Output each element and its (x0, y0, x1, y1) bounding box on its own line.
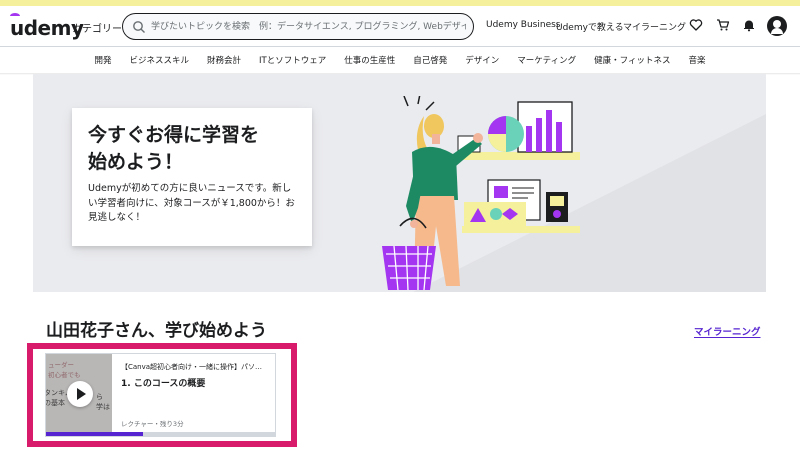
hero-description: Udemyが初めての方に良いニュースです。新しい学習者向けに、対象コースが￥1,… (88, 183, 295, 223)
udemy-business-link[interactable]: Udemy Business (486, 20, 560, 30)
play-button[interactable] (67, 381, 93, 407)
thumb-caption-line: ら (96, 393, 103, 401)
categories-menu[interactable]: カテゴリー (72, 20, 122, 35)
category-dev[interactable]: 開発 (95, 54, 112, 66)
cart-icon[interactable] (716, 18, 730, 32)
category-design[interactable]: デザイン (465, 54, 499, 66)
hero-promo-card: 今すぐお得に学習を 始めよう！ Udemyが初めての方に良いニュースです。新しい… (72, 108, 312, 246)
thumb-caption-line: 学は (96, 403, 110, 411)
course-thumbnail[interactable]: ューダー 初心者でも タンキム の基本 ら 学は (46, 354, 112, 432)
my-learning-section-link[interactable]: マイラーニング (694, 324, 761, 338)
user-avatar-icon[interactable] (767, 16, 787, 36)
course-title: 【Canva超初心者向け・一緒に操作】パソ… (121, 363, 263, 371)
category-health[interactable]: 健康・フィットネス (594, 54, 670, 66)
category-productivity[interactable]: 仕事の生産性 (344, 54, 395, 66)
category-business[interactable]: ビジネススキル (130, 54, 190, 66)
teach-on-udemy-link[interactable]: Udemyで教える (556, 20, 624, 33)
category-music[interactable]: 音楽 (688, 54, 705, 66)
hero-title-line1: 今すぐお得に学習を (88, 124, 260, 146)
header: udemy カテゴリー Udemy Business Udemyで教える マイラ… (0, 6, 800, 46)
thumb-caption-line: ューダー (48, 361, 74, 369)
logo-hat-icon (10, 13, 20, 19)
category-finance[interactable]: 財務会計 (207, 54, 241, 66)
category-it-software[interactable]: ITとソフトウェア (259, 54, 326, 66)
lesson-meta: レクチャー・残り3分 (121, 420, 184, 428)
progress-fill (46, 432, 144, 436)
bell-icon[interactable] (742, 18, 756, 32)
category-nav: 開発 ビジネススキル 財務会計 ITとソフトウェア 仕事の生産性 自己啓発 デザ… (0, 47, 800, 73)
lesson-title[interactable]: 1. このコースの概要 (121, 376, 205, 389)
heart-icon[interactable] (689, 18, 703, 32)
thumb-caption-line: 初心者でも (48, 371, 81, 379)
my-learning-link[interactable]: マイラーニング (623, 20, 686, 33)
continue-learning-card[interactable]: ューダー 初心者でも タンキム の基本 ら 学は 【Canva超初心者向け・一緒… (45, 353, 276, 437)
shopping-illustration (382, 96, 580, 291)
search-input[interactable] (151, 18, 466, 36)
category-personal-dev[interactable]: 自己啓発 (413, 54, 447, 66)
search-icon[interactable] (132, 20, 146, 34)
category-marketing[interactable]: マーケティング (517, 54, 576, 66)
hero-title-line2: 始めよう！ (88, 151, 184, 173)
welcome-heading: 山田花子さん、学び始めよう (46, 321, 267, 341)
play-icon (77, 388, 86, 400)
progress-bar (46, 432, 275, 436)
search-bar[interactable] (122, 13, 474, 40)
